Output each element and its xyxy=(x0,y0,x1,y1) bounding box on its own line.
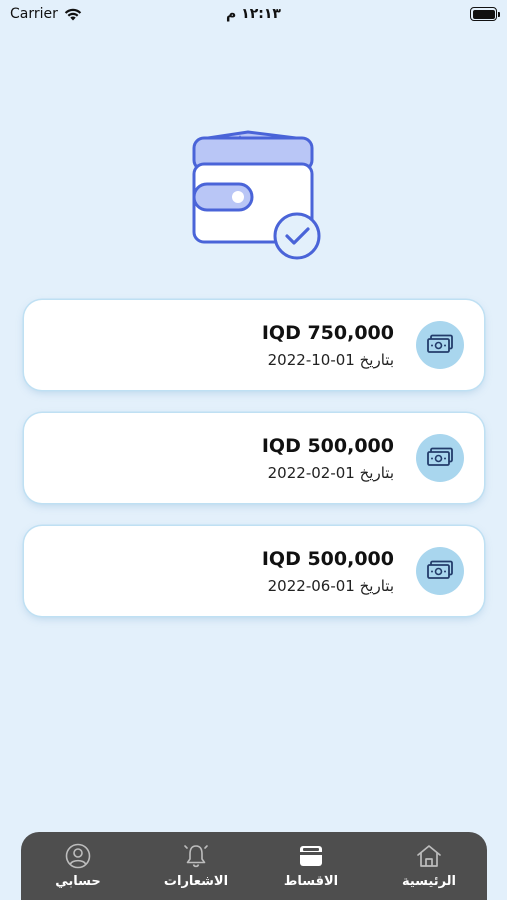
cash-icon xyxy=(416,321,464,369)
user-circle-icon xyxy=(65,843,91,869)
installment-card[interactable]: IQD 750,000 بتاريخ 01-10-2022 xyxy=(24,300,484,390)
wallet-icon xyxy=(300,846,322,866)
installment-date: بتاريخ 01-02-2022 xyxy=(268,464,394,482)
installment-card[interactable]: IQD 500,000 بتاريخ 01-02-2022 xyxy=(24,413,484,503)
date-value: 01-06-2022 xyxy=(267,577,355,595)
tab-account-label: حسابي xyxy=(55,874,101,889)
installment-date: بتاريخ 01-06-2022 xyxy=(268,577,394,595)
tab-notifications-label: الاشعارات xyxy=(163,874,229,889)
date-label: بتاريخ xyxy=(359,464,394,482)
installment-card[interactable]: IQD 500,000 بتاريخ 01-06-2022 xyxy=(24,526,484,616)
wallet-check-icon xyxy=(188,128,324,260)
date-value: 01-02-2022 xyxy=(267,464,355,482)
installment-amount: IQD 500,000 xyxy=(261,548,394,570)
installment-amount: IQD 750,000 xyxy=(261,322,394,344)
installment-amount: IQD 500,000 xyxy=(261,435,394,457)
status-bar: Carrier ١٢:١٣ م xyxy=(0,0,507,30)
home-icon xyxy=(417,845,441,867)
date-label: بتاريخ xyxy=(359,351,394,369)
tab-home[interactable]: الرئيسية xyxy=(379,842,479,889)
installment-date: بتاريخ 01-10-2022 xyxy=(268,351,394,369)
tab-account[interactable]: حسابي xyxy=(28,842,128,889)
cash-icon xyxy=(416,434,464,482)
tab-notifications[interactable]: الاشعارات xyxy=(146,842,246,889)
status-time: ١٢:١٣ م xyxy=(226,6,281,22)
bottom-tab-bar: حسابي الاشعارات الاقساط الرئيسية xyxy=(21,832,487,900)
tab-home-label: الرئيسية xyxy=(401,874,457,889)
date-value: 01-10-2022 xyxy=(267,351,355,369)
battery-icon xyxy=(470,7,500,21)
bell-icon xyxy=(184,845,208,868)
cash-icon xyxy=(416,547,464,595)
tab-installments[interactable]: الاقساط xyxy=(261,842,361,889)
date-label: بتاريخ xyxy=(359,577,394,595)
tab-installments-label: الاقساط xyxy=(283,874,339,889)
